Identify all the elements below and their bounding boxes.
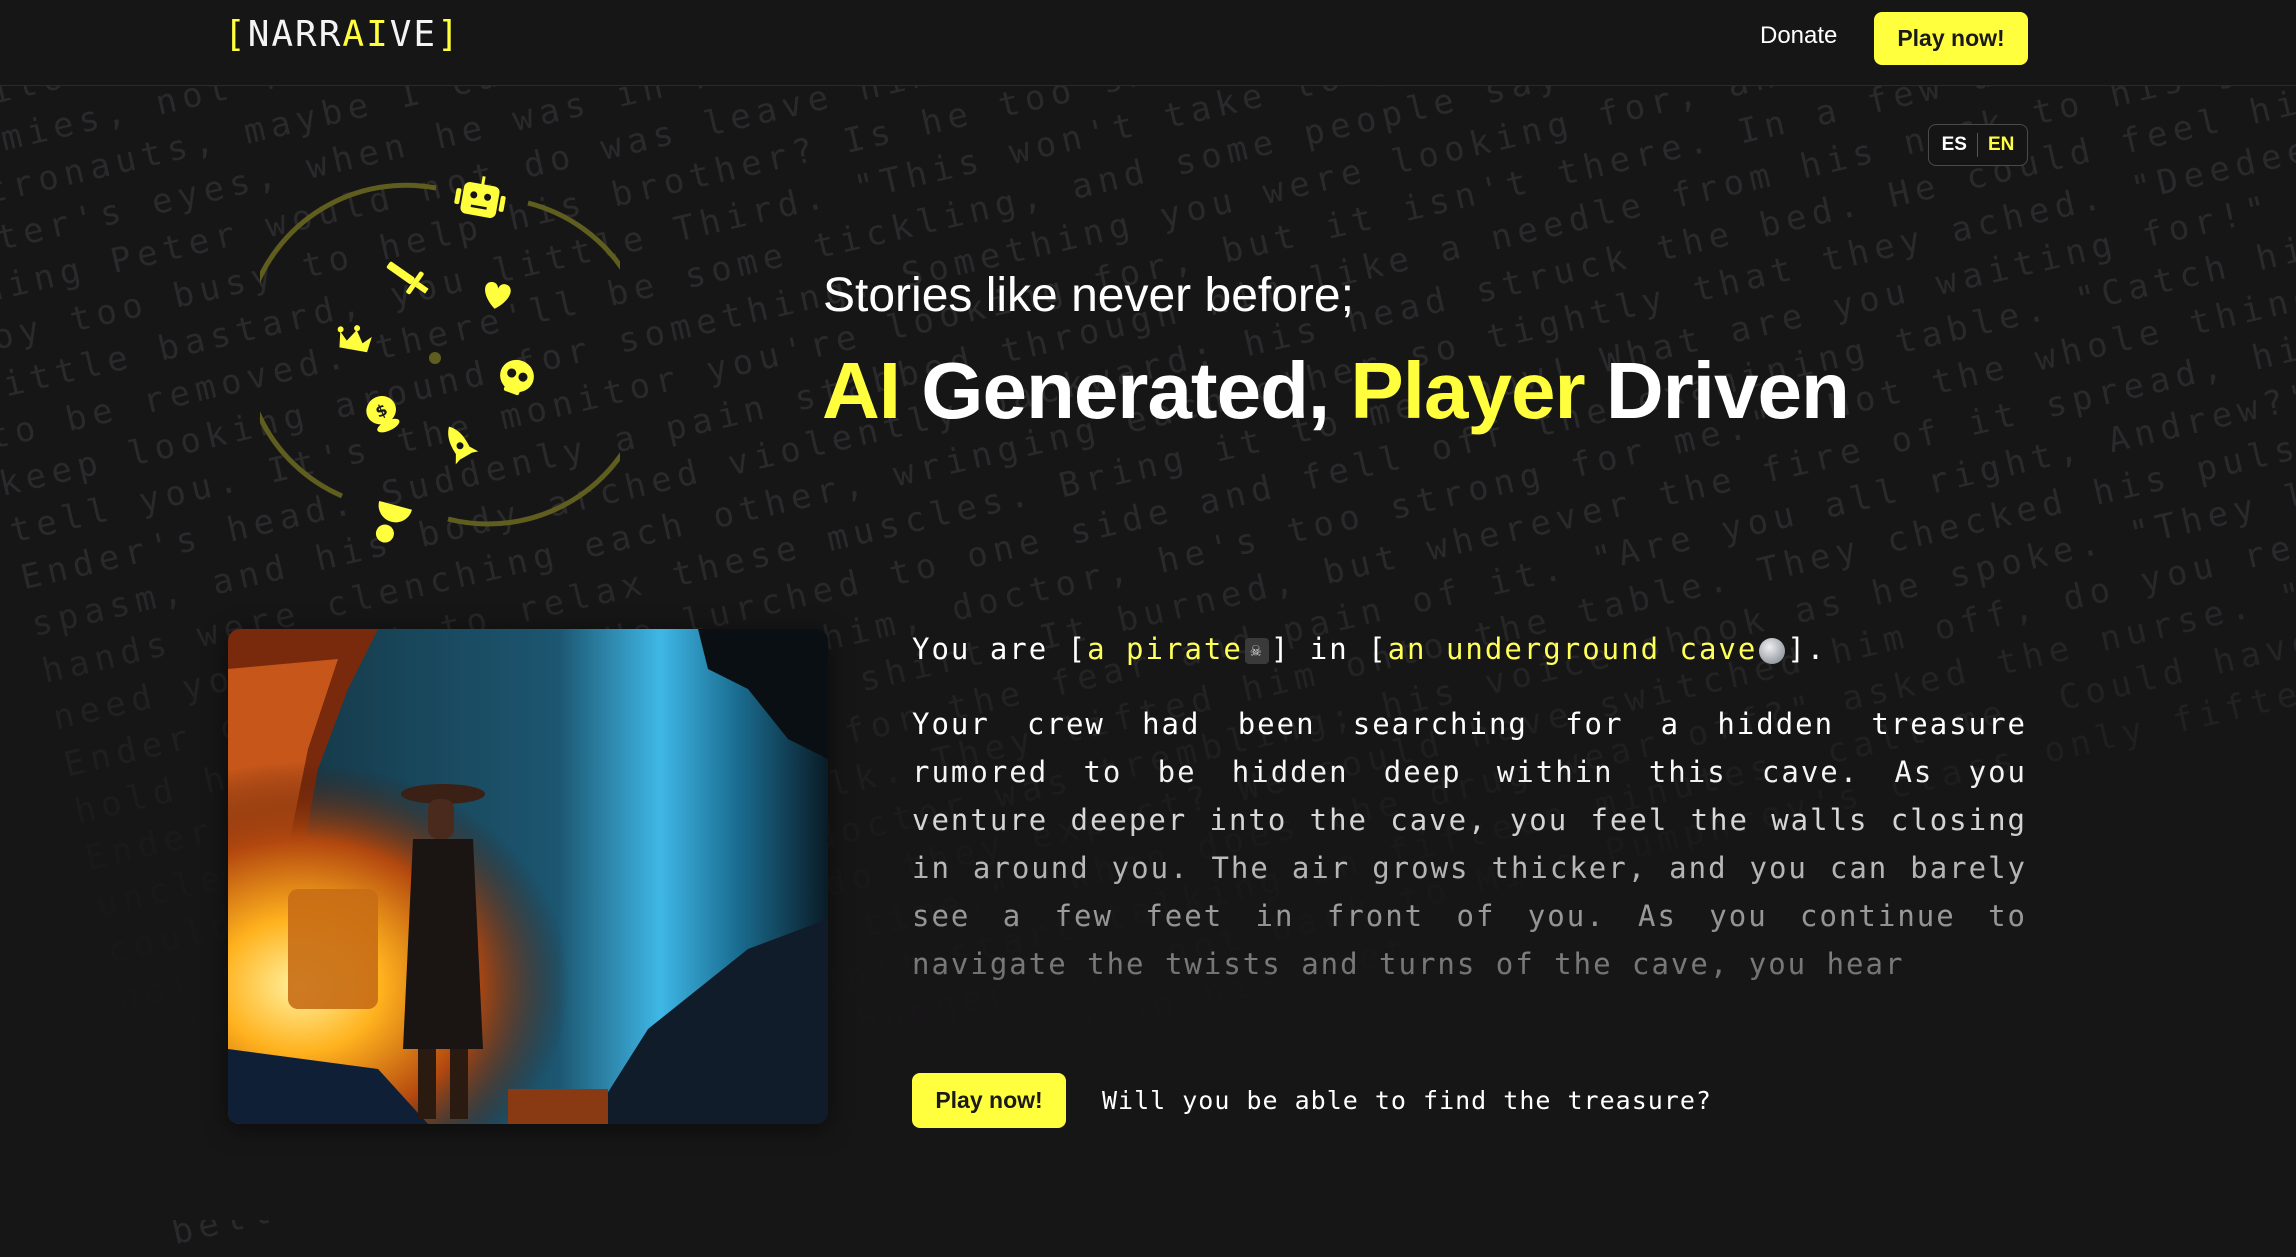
cta-play-now-button[interactable]: Play now! <box>912 1073 1066 1128</box>
call-to-action: Play now! Will you be able to find the t… <box>912 1073 1712 1128</box>
logo-text-ve: VE <box>389 14 438 55</box>
orbit-ring-arc-right <box>447 200 620 527</box>
story-premise: You are [a pirate ☠] in [an underground c… <box>912 632 2027 666</box>
crown-icon <box>337 325 372 353</box>
logo-bracket-open: [ <box>224 14 248 55</box>
skull-crossbones-icon: ☠ <box>1244 638 1269 664</box>
rocket-icon <box>448 426 479 465</box>
logo-text-ai: AI <box>342 14 390 55</box>
logo[interactable]: [NARRAIVE] <box>224 14 461 55</box>
premise-prefix: You are [ <box>912 632 1088 666</box>
language-switcher: ES EN <box>1928 124 2028 166</box>
premise-role[interactable]: a pirate <box>1087 632 1243 666</box>
headline-generated: Generated, <box>900 346 1351 435</box>
skull-icon <box>500 359 534 396</box>
headline-player: Player <box>1350 346 1585 435</box>
sword-icon <box>386 261 429 295</box>
premise-suffix: ]. <box>1787 632 1827 666</box>
language-option-es[interactable]: ES <box>1942 134 1967 156</box>
story-text: Your crew had been searching for a hidde… <box>912 707 2027 981</box>
logo-text-narr: NARR <box>247 14 343 55</box>
orbit-center-dot <box>429 352 441 364</box>
premise-mid: ] in [ <box>1270 632 1388 666</box>
headline-driven: Driven <box>1584 346 1850 435</box>
top-navbar: [NARRAIVE] Donate Play now! <box>0 0 2296 86</box>
magnet-icon <box>375 500 413 543</box>
premise-place[interactable]: an underground cave <box>1388 632 1758 666</box>
hero-headline: AI Generated, Player Driven <box>822 345 1850 437</box>
header-play-now-button[interactable]: Play now! <box>1874 12 2028 65</box>
headline-ai: AI <box>822 346 901 435</box>
cta-question: Will you be able to find the treasure? <box>1102 1086 1712 1115</box>
language-option-en[interactable]: EN <box>1988 134 2014 156</box>
genre-orbit-graphic: $ <box>260 176 620 543</box>
logo-bracket-close: ] <box>437 14 461 55</box>
pirate-cave-image <box>228 629 828 1124</box>
rock-icon <box>1759 638 1786 664</box>
story-illustration <box>228 629 828 1124</box>
language-divider <box>1976 133 1978 157</box>
hero-tagline: Stories like never before; <box>823 269 1354 322</box>
donate-link[interactable]: Donate <box>1760 22 1837 50</box>
robot-icon <box>454 176 506 218</box>
money-bag-icon: $ <box>366 396 400 433</box>
heart-icon <box>485 282 511 309</box>
